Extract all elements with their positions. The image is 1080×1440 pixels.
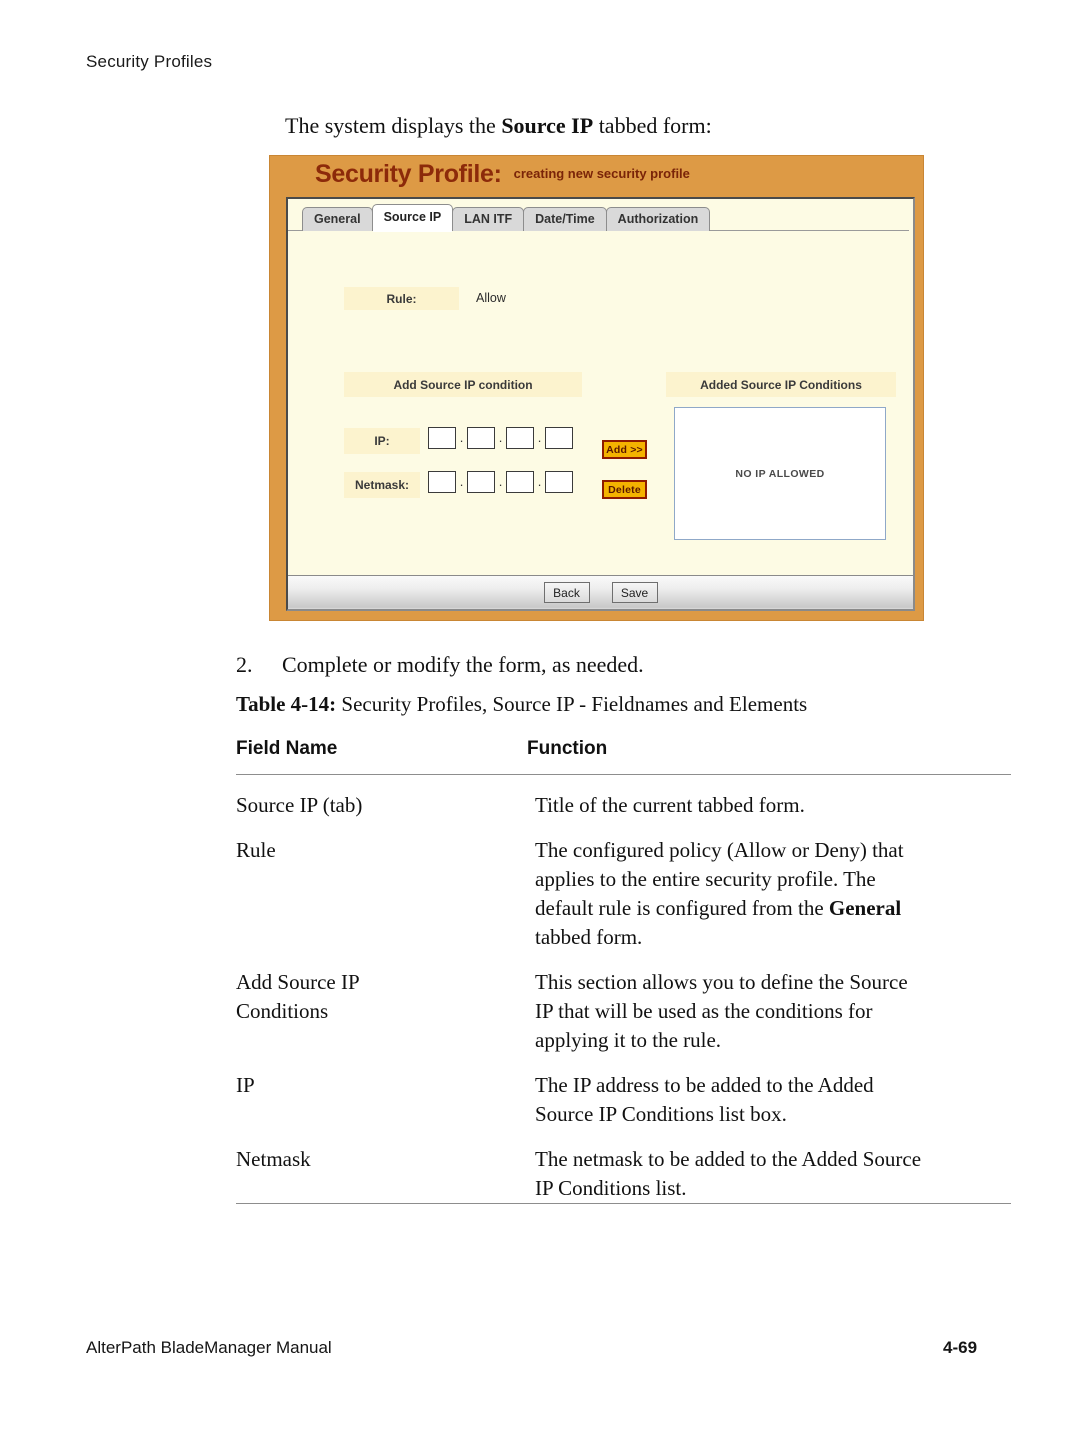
table-row: IP The IP address to be added to the Add…: [236, 1055, 1011, 1129]
table-cell-field: IP: [236, 1071, 535, 1129]
app-title: Security Profile:: [315, 160, 502, 188]
intro-suffix: tabbed form:: [593, 113, 712, 138]
save-button[interactable]: Save: [611, 582, 658, 603]
table-cell-function: Title of the current tabbed form.: [535, 791, 1011, 820]
form-action-bar: Back Save: [288, 575, 913, 609]
netmask-label: Netmask:: [344, 472, 420, 498]
field-line: Conditions: [236, 999, 329, 1023]
step-number: 2.: [236, 652, 253, 677]
app-screenshot-figure: Security Profile: creating new security …: [269, 155, 924, 621]
tab-lan-itf[interactable]: LAN ITF: [452, 207, 525, 231]
tab-strip: General Source IP LAN ITF Date/Time Auth…: [288, 199, 913, 232]
footer-page-number: 4-69: [943, 1338, 978, 1357]
table-row: Add Source IP Conditions This section al…: [236, 952, 1011, 1055]
function-line: The netmask to be added to the Added Sou…: [535, 1147, 922, 1171]
function-line: IP Conditions list.: [535, 1176, 687, 1200]
table-cell-field: Add Source IP Conditions: [236, 968, 535, 1055]
running-header: Security Profiles: [86, 52, 213, 71]
tab-source-ip[interactable]: Source IP: [371, 204, 454, 232]
ip-separator-3: .: [537, 430, 542, 445]
function-line: default rule is configured from the Gene…: [535, 894, 1011, 923]
function-line: applies to the entire security profile. …: [535, 867, 876, 891]
function-line-text: default rule is configured from the: [535, 896, 829, 920]
field-line: Netmask: [236, 1147, 311, 1171]
function-line: Source IP Conditions list box.: [535, 1102, 787, 1126]
netmask-octet-1-input[interactable]: [428, 471, 456, 493]
field-line: Add Source IP: [236, 970, 360, 994]
table-row: Source IP (tab) Title of the current tab…: [236, 775, 1011, 820]
intro-bold-term: Source IP: [501, 113, 594, 138]
table-cell-function: The IP address to be added to the Added …: [535, 1071, 1011, 1129]
function-line: IP that will be used as the conditions f…: [535, 999, 873, 1023]
added-source-ip-conditions-header: Added Source IP Conditions: [666, 372, 896, 397]
app-subtitle: creating new security profile: [513, 166, 690, 181]
table-row: Rule The configured policy (Allow or Den…: [236, 820, 1011, 952]
netmask-separator-1: .: [459, 474, 464, 489]
netmask-octet-group: . . .: [428, 471, 573, 493]
function-line: The configured policy (Allow or Deny) th…: [535, 838, 904, 862]
table-caption: Table 4-14: Security Profiles, Source IP…: [236, 692, 807, 717]
table-cell-function: The netmask to be added to the Added Sou…: [535, 1145, 1011, 1203]
tab-authorization[interactable]: Authorization: [605, 207, 711, 231]
ip-label: IP:: [344, 428, 420, 454]
ip-octet-group: . . .: [428, 427, 573, 449]
function-line: Title of the current tabbed form.: [535, 793, 805, 817]
table-cell-function: The configured policy (Allow or Deny) th…: [535, 836, 1011, 952]
source-ip-form: Rule: Allow Add Source IP condition Adde…: [288, 231, 913, 575]
tab-general[interactable]: General: [302, 207, 373, 231]
field-line: Source IP (tab): [236, 793, 363, 817]
ip-octet-1-input[interactable]: [428, 427, 456, 449]
footer-manual-title: AlterPath BladeManager Manual: [86, 1338, 332, 1357]
function-line-bold: General: [828, 896, 902, 920]
netmask-octet-2-input[interactable]: [467, 471, 495, 493]
intro-sentence: The system displays the Source IP tabbed…: [285, 113, 712, 139]
table-cell-field: Netmask: [236, 1145, 535, 1203]
table-caption-text: Security Profiles, Source IP - Fieldname…: [336, 692, 808, 716]
function-line: The IP address to be added to the Added: [535, 1073, 874, 1097]
rule-label: Rule:: [344, 287, 459, 310]
listbox-empty-message: NO IP ALLOWED: [735, 467, 825, 480]
ip-separator-2: .: [498, 430, 503, 445]
intro-prefix: The system displays the: [285, 113, 502, 138]
netmask-octet-3-input[interactable]: [506, 471, 534, 493]
netmask-octet-4-input[interactable]: [545, 471, 573, 493]
back-button[interactable]: Back: [543, 582, 590, 603]
add-condition-button[interactable]: Add >>: [602, 440, 647, 459]
tab-date-time[interactable]: Date/Time: [523, 207, 607, 231]
function-line: applying it to the rule.: [535, 1028, 722, 1052]
added-source-ip-conditions-listbox[interactable]: NO IP ALLOWED: [674, 407, 886, 540]
netmask-separator-2: .: [498, 474, 503, 489]
table-cell-field: Rule: [236, 836, 535, 952]
field-line: Rule: [236, 838, 276, 862]
ip-separator-1: .: [459, 430, 464, 445]
add-source-ip-condition-header: Add Source IP condition: [344, 372, 582, 397]
table-cell-field: Source IP (tab): [236, 791, 535, 820]
function-line: This section allows you to define the So…: [535, 970, 908, 994]
table-header-row: Field Name Function: [236, 738, 1011, 774]
field-line: IP: [236, 1073, 255, 1097]
step-item: 2. Complete or modify the form, as needed…: [236, 652, 644, 678]
rule-value: Allow: [476, 291, 506, 305]
table-cell-function: This section allows you to define the So…: [535, 968, 1011, 1055]
table-bottom-rule: [236, 1203, 1011, 1204]
app-title-bar: Security Profile: creating new security …: [270, 156, 923, 193]
app-window-body: General Source IP LAN ITF Date/Time Auth…: [286, 197, 915, 611]
step-text: Complete or modify the form, as needed.: [282, 652, 644, 677]
ip-octet-4-input[interactable]: [545, 427, 573, 449]
table-row: Netmask The netmask to be added to the A…: [236, 1129, 1011, 1203]
fieldnames-table: Field Name Function Source IP (tab) Titl…: [236, 738, 1011, 1204]
table-header-function: Function: [527, 738, 608, 759]
table-header-field-name: Field Name: [236, 738, 338, 759]
table-caption-label: Table 4-14:: [236, 692, 337, 716]
delete-condition-button[interactable]: Delete: [602, 480, 647, 499]
function-line: tabbed form.: [535, 925, 643, 949]
netmask-separator-3: .: [537, 474, 542, 489]
ip-octet-2-input[interactable]: [467, 427, 495, 449]
ip-octet-3-input[interactable]: [506, 427, 534, 449]
